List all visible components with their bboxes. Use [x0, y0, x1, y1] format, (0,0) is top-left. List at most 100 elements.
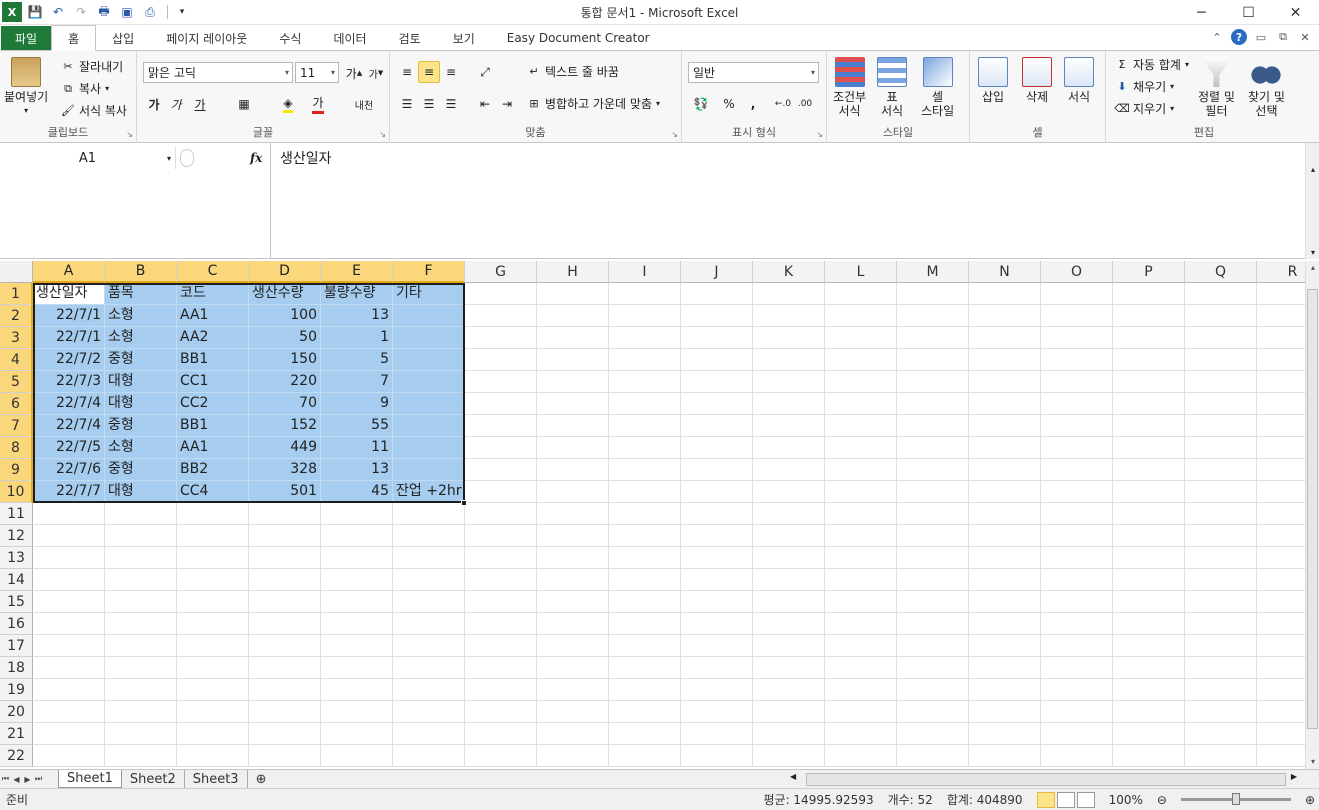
cell-j6[interactable] — [681, 393, 753, 415]
cell-f3[interactable] — [393, 327, 465, 349]
fill-color-button[interactable]: ◈ — [277, 93, 299, 115]
tab-page-layout[interactable]: 페이지 레이아웃 — [150, 26, 263, 50]
cut-button[interactable]: ✂ 잘라내기 — [60, 58, 123, 75]
cell-f18[interactable] — [393, 657, 465, 679]
cell-n10[interactable] — [969, 481, 1041, 503]
cell-styles-button[interactable]: 셀 스타일 — [921, 57, 954, 118]
cell-q15[interactable] — [1185, 591, 1257, 613]
column-header-f[interactable]: F — [393, 261, 465, 283]
maximize-button[interactable]: ☐ — [1225, 0, 1272, 25]
cell-p13[interactable] — [1113, 547, 1185, 569]
cell-m10[interactable] — [897, 481, 969, 503]
column-header-n[interactable]: N — [969, 261, 1041, 283]
cell-r8[interactable] — [1257, 437, 1305, 459]
insert-sheet-icon[interactable]: ⊕ — [248, 770, 275, 788]
formula-input[interactable]: 생산일자 — [270, 143, 1305, 259]
shrink-font-button[interactable]: 가 ▼ — [365, 62, 387, 84]
cell-k4[interactable] — [753, 349, 825, 371]
cell-p22[interactable] — [1113, 745, 1185, 767]
formula-bar-handle[interactable] — [180, 149, 194, 167]
cell-d5[interactable]: 220 — [249, 371, 321, 393]
cell-g5[interactable] — [465, 371, 537, 393]
cell-o12[interactable] — [1041, 525, 1113, 547]
cell-r11[interactable] — [1257, 503, 1305, 525]
cell-g9[interactable] — [465, 459, 537, 481]
cell-g14[interactable] — [465, 569, 537, 591]
cell-o16[interactable] — [1041, 613, 1113, 635]
cell-e20[interactable] — [321, 701, 393, 723]
cell-l5[interactable] — [825, 371, 897, 393]
column-header-g[interactable]: G — [465, 261, 537, 283]
cell-i22[interactable] — [609, 745, 681, 767]
cell-i15[interactable] — [609, 591, 681, 613]
cell-q13[interactable] — [1185, 547, 1257, 569]
cell-b6[interactable]: 대형 — [105, 393, 177, 415]
cell-p4[interactable] — [1113, 349, 1185, 371]
sheet-tab-sheet2[interactable]: Sheet2 — [122, 770, 185, 788]
cell-g22[interactable] — [465, 745, 537, 767]
cell-k20[interactable] — [753, 701, 825, 723]
italic-button[interactable]: 가 — [165, 93, 187, 115]
row-header[interactable]: 11 — [0, 503, 33, 525]
cell-b20[interactable] — [105, 701, 177, 723]
name-box[interactable]: A1 ▾ — [0, 147, 176, 169]
cell-i1[interactable] — [609, 283, 681, 305]
cell-h13[interactable] — [537, 547, 609, 569]
cell-r14[interactable] — [1257, 569, 1305, 591]
horizontal-scrollbar[interactable]: ◀ ▶ — [784, 772, 1319, 787]
cell-p15[interactable] — [1113, 591, 1185, 613]
cell-c9[interactable]: BB2 — [177, 459, 249, 481]
cell-a10[interactable]: 22/7/7 — [33, 481, 105, 503]
cell-g12[interactable] — [465, 525, 537, 547]
cell-p20[interactable] — [1113, 701, 1185, 723]
cell-p7[interactable] — [1113, 415, 1185, 437]
prev-sheet-icon[interactable]: ◀ — [11, 775, 22, 784]
merge-center-button[interactable]: ⊞ 병합하고 가운데 맞춤 ▾ — [526, 95, 660, 112]
cell-d2[interactable]: 100 — [249, 305, 321, 327]
row-header[interactable]: 10 — [0, 481, 33, 503]
column-header-q[interactable]: Q — [1185, 261, 1257, 283]
cell-f1[interactable]: 기타 — [393, 283, 465, 305]
cell-i9[interactable] — [609, 459, 681, 481]
align-center-button[interactable]: ☰ — [418, 93, 440, 115]
cell-j11[interactable] — [681, 503, 753, 525]
number-format-combo[interactable]: 일반 ▾ — [688, 62, 819, 83]
cell-e19[interactable] — [321, 679, 393, 701]
cell-h1[interactable] — [537, 283, 609, 305]
column-header-e[interactable]: E — [321, 261, 393, 283]
cell-h14[interactable] — [537, 569, 609, 591]
cell-e17[interactable] — [321, 635, 393, 657]
row-header[interactable]: 7 — [0, 415, 33, 437]
tab-review[interactable]: 검토 — [383, 26, 437, 50]
cell-c2[interactable]: AA1 — [177, 305, 249, 327]
cell-r2[interactable] — [1257, 305, 1305, 327]
cell-a2[interactable]: 22/7/1 — [33, 305, 105, 327]
cell-m18[interactable] — [897, 657, 969, 679]
cell-n2[interactable] — [969, 305, 1041, 327]
cell-f14[interactable] — [393, 569, 465, 591]
row-header[interactable]: 22 — [0, 745, 33, 767]
cell-m11[interactable] — [897, 503, 969, 525]
cell-f8[interactable] — [393, 437, 465, 459]
cell-h6[interactable] — [537, 393, 609, 415]
help-icon[interactable]: ? — [1231, 29, 1247, 45]
cell-g8[interactable] — [465, 437, 537, 459]
cell-q20[interactable] — [1185, 701, 1257, 723]
cell-c1[interactable]: 코드 — [177, 283, 249, 305]
row-header[interactable]: 5 — [0, 371, 33, 393]
cell-n11[interactable] — [969, 503, 1041, 525]
cell-o2[interactable] — [1041, 305, 1113, 327]
cell-r3[interactable] — [1257, 327, 1305, 349]
cell-e2[interactable]: 13 — [321, 305, 393, 327]
cell-p3[interactable] — [1113, 327, 1185, 349]
cell-p18[interactable] — [1113, 657, 1185, 679]
cell-g20[interactable] — [465, 701, 537, 723]
cell-b17[interactable] — [105, 635, 177, 657]
ribbon-minimize-icon[interactable]: ⌃ — [1209, 29, 1225, 45]
cell-a18[interactable] — [33, 657, 105, 679]
cell-r13[interactable] — [1257, 547, 1305, 569]
cell-i5[interactable] — [609, 371, 681, 393]
row-header[interactable]: 12 — [0, 525, 33, 547]
cell-i16[interactable] — [609, 613, 681, 635]
border-button[interactable]: ▦ — [233, 93, 255, 115]
